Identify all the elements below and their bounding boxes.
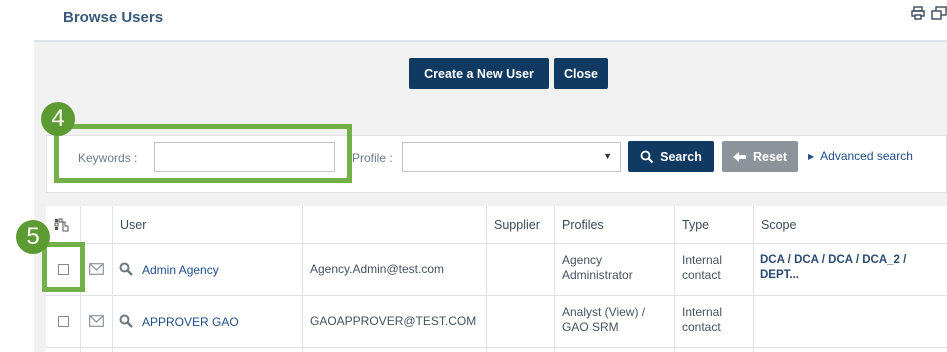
caret-right-icon: ▶: [808, 151, 815, 161]
users-table: User Supplier Profiles Type Scope Admin …: [46, 206, 947, 352]
divider: [554, 206, 555, 352]
divider: [46, 243, 947, 244]
printer-icon[interactable]: [911, 6, 925, 20]
divider: [302, 206, 303, 352]
header-mail: [80, 206, 112, 243]
divider: [46, 295, 947, 296]
mail-icon[interactable]: [89, 315, 104, 327]
divider: [674, 206, 675, 352]
header-user[interactable]: User: [112, 206, 302, 243]
user-type: Internal contact: [682, 305, 723, 334]
create-user-button[interactable]: Create a New User: [409, 58, 549, 89]
header-email: [302, 206, 486, 243]
user-scope: DCA / DCA / DCA / DCA_2 / DEPT...: [760, 254, 907, 281]
user-type: Internal contact: [682, 253, 723, 282]
advanced-search-link[interactable]: ▶ Advanced search: [808, 149, 913, 163]
page-title: Browse Users: [63, 9, 164, 26]
reset-button-label: Reset: [752, 149, 788, 164]
user-profiles: Analyst (View) / GAO SRM: [562, 305, 646, 334]
divider: [46, 347, 947, 348]
view-magnifier-icon[interactable]: [119, 262, 133, 276]
step-badge-5: 5: [16, 220, 50, 254]
dropdown-arrow-icon: ▼: [603, 151, 612, 161]
header-type[interactable]: Type: [674, 206, 753, 243]
search-button[interactable]: Search: [628, 141, 714, 172]
select-all-header[interactable]: [46, 206, 80, 243]
reset-button[interactable]: Reset: [722, 141, 798, 172]
mail-icon[interactable]: [89, 263, 104, 275]
export-window-icon[interactable]: [931, 6, 947, 20]
user-email: Agency.Admin@test.com: [310, 262, 445, 276]
close-button[interactable]: Close: [554, 58, 608, 89]
user-name-link[interactable]: APPROVER GAO: [142, 315, 239, 330]
profile-label: Profile :: [352, 151, 393, 165]
search-icon: [640, 150, 654, 163]
row-checkbox[interactable]: [58, 316, 69, 327]
divider: [486, 206, 487, 352]
search-button-label: Search: [660, 149, 702, 164]
back-arrow-icon: [732, 151, 746, 162]
user-name-link[interactable]: Admin Agency: [142, 263, 219, 278]
step-badge-4: 4: [41, 102, 75, 136]
header-scope[interactable]: Scope: [753, 206, 947, 243]
checkbox-highlight-frame: [42, 242, 85, 292]
user-email: GAOAPPROVER@TEST.COM: [310, 314, 477, 328]
header-profiles[interactable]: Profiles: [554, 206, 674, 243]
divider: [112, 206, 113, 352]
header-supplier[interactable]: Supplier: [486, 206, 554, 243]
select-all-icon: [54, 218, 69, 231]
divider: [753, 206, 754, 352]
header-tools: [911, 6, 947, 20]
advanced-search-label: Advanced search: [820, 149, 913, 163]
keywords-highlight-frame: [54, 124, 352, 183]
view-magnifier-icon[interactable]: [119, 314, 133, 328]
user-profiles: Agency Administrator: [562, 253, 633, 282]
profile-select[interactable]: ▼: [402, 142, 621, 172]
